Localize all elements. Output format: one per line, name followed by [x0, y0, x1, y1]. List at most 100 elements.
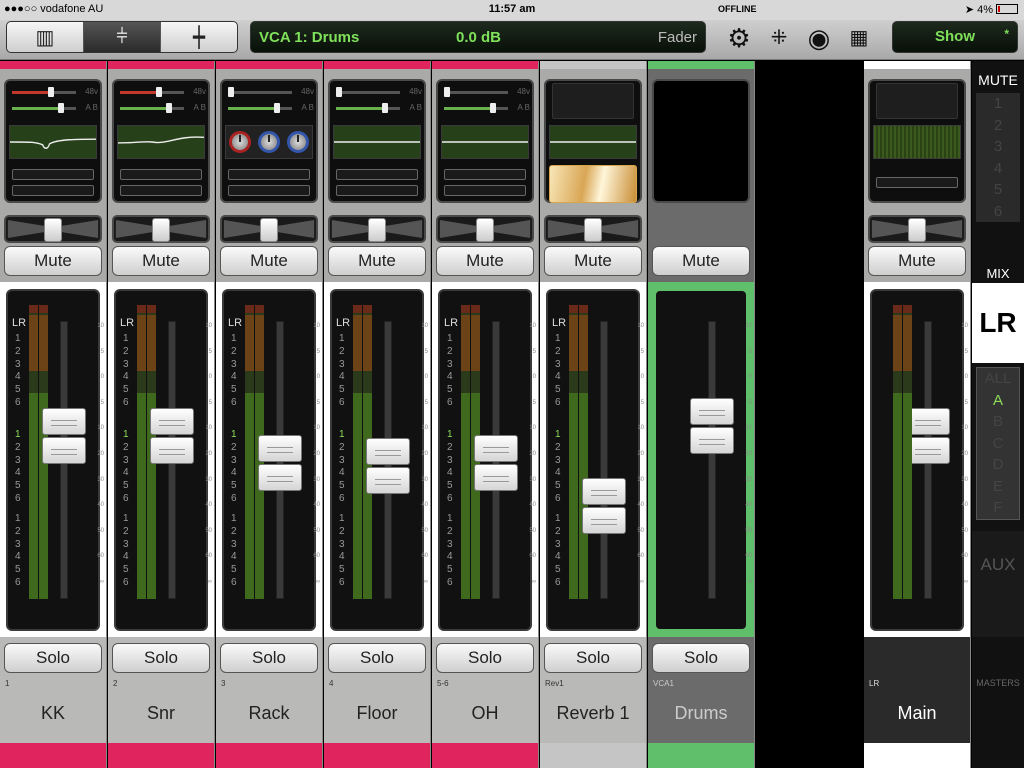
trim-slider[interactable]: A B	[10, 103, 98, 113]
processing-overview[interactable]	[652, 79, 750, 203]
fader-cap[interactable]	[366, 437, 410, 494]
fader-cap-lower[interactable]	[258, 464, 302, 491]
fader-cap-upper[interactable]	[366, 437, 410, 465]
mute-button[interactable]: Mute	[4, 246, 102, 276]
fader-cap-lower[interactable]	[906, 436, 950, 464]
vca-group-b[interactable]: B	[977, 411, 1019, 433]
input-gain-slider[interactable]: 48v	[226, 87, 314, 97]
fader-cap[interactable]	[42, 407, 86, 464]
pan-thumb[interactable]	[476, 218, 494, 242]
pan-thumb[interactable]	[368, 218, 386, 242]
channel-name[interactable]: Snr	[108, 703, 214, 724]
pan-control[interactable]	[436, 215, 534, 243]
solo-button[interactable]: Solo	[4, 643, 102, 673]
mute-group-4[interactable]: 4	[976, 158, 1020, 180]
reverb-preview-image[interactable]	[549, 165, 637, 203]
trim-slider[interactable]: A B	[118, 103, 206, 113]
eq-display[interactable]	[9, 125, 97, 159]
dynamics-slot[interactable]	[12, 185, 94, 196]
knob-icon[interactable]	[286, 131, 309, 153]
channel-name[interactable]: OH	[432, 703, 538, 724]
fader-cap[interactable]	[474, 435, 518, 491]
faders-view-button[interactable]: ⫩	[84, 22, 161, 52]
pan-control[interactable]	[544, 215, 642, 243]
single-channel-view-button[interactable]: ┿	[161, 22, 237, 52]
mute-group-6[interactable]: 6	[976, 201, 1020, 223]
dynamics-slot[interactable]	[228, 185, 310, 196]
solo-button[interactable]: Solo	[652, 643, 750, 673]
record-icon[interactable]: ◉	[804, 23, 834, 53]
trim-slider[interactable]: A B	[334, 103, 422, 113]
dynamics-slot[interactable]	[120, 169, 202, 180]
processing-overview[interactable]: 48v A B	[4, 79, 102, 203]
vca-group-f[interactable]: F	[977, 497, 1019, 519]
pan-control[interactable]	[328, 215, 426, 243]
input-gain-slider[interactable]: 48v	[442, 87, 530, 97]
dynamics-slot[interactable]	[228, 169, 310, 180]
channel-name[interactable]: Main	[864, 703, 970, 724]
pan-thumb[interactable]	[152, 218, 170, 242]
pan-control[interactable]	[220, 215, 318, 243]
fader-cap-upper[interactable]	[474, 435, 518, 462]
eq-display[interactable]	[549, 125, 637, 159]
fader-cap[interactable]	[150, 407, 194, 464]
processing-overview[interactable]: 48v A B	[112, 79, 210, 203]
fader-cap-lower[interactable]	[582, 506, 626, 534]
processing-overview[interactable]	[868, 79, 966, 203]
trim-slider[interactable]: A B	[442, 103, 530, 113]
trim-slider[interactable]: A B	[226, 103, 314, 113]
slider-thumb[interactable]	[58, 103, 64, 113]
pan-thumb[interactable]	[44, 218, 62, 242]
fader-cap-upper[interactable]	[582, 477, 626, 505]
vca-group-c[interactable]: C	[977, 433, 1019, 455]
slider-thumb[interactable]	[274, 103, 280, 113]
processing-overview[interactable]: 48v A B	[436, 79, 534, 203]
mute-button[interactable]: Mute	[436, 246, 534, 276]
slider-thumb[interactable]	[444, 87, 450, 97]
mute-button[interactable]: Mute	[652, 246, 750, 276]
pan-thumb[interactable]	[260, 218, 278, 242]
solo-button[interactable]: Solo	[328, 643, 426, 673]
processing-overview[interactable]: 48v A B	[220, 79, 318, 203]
vca-group-all[interactable]: ALL	[977, 368, 1019, 390]
view-selector[interactable]: ▥ ⫩ ┿	[6, 21, 238, 53]
channel-name[interactable]: KK	[0, 703, 106, 724]
knob-icon[interactable]	[229, 131, 252, 153]
vca-group-a[interactable]: A	[977, 390, 1019, 412]
solo-button[interactable]: Solo	[220, 643, 318, 673]
eq-display[interactable]	[441, 125, 529, 159]
slider-thumb[interactable]	[48, 87, 54, 97]
solo-button[interactable]: Solo	[436, 643, 534, 673]
processing-overview[interactable]	[544, 79, 642, 203]
mute-group-3[interactable]: 3	[976, 136, 1020, 158]
dynamics-slot[interactable]	[12, 169, 94, 180]
channel-name[interactable]: Floor	[324, 703, 430, 724]
dynamics-slot[interactable]	[444, 185, 526, 196]
mute-button[interactable]: Mute	[220, 246, 318, 276]
dynamics-slot[interactable]	[444, 169, 526, 180]
vca-group-d[interactable]: D	[977, 454, 1019, 476]
channel-name[interactable]: Reverb 1	[540, 703, 646, 724]
graphic-eq-display[interactable]	[873, 125, 961, 159]
fader-cap[interactable]	[582, 477, 626, 534]
mute-button[interactable]: Mute	[544, 246, 642, 276]
input-gain-slider[interactable]: 48v	[10, 87, 98, 97]
mute-group-2[interactable]: 2	[976, 115, 1020, 137]
lr-mix-button[interactable]: LR	[972, 283, 1024, 363]
fader-cap-upper[interactable]	[42, 407, 86, 435]
fader-cap-lower[interactable]	[690, 426, 734, 454]
input-gain-slider[interactable]: 48v	[118, 87, 206, 97]
solo-button[interactable]: Solo	[112, 643, 210, 673]
dynamics-knobs[interactable]	[225, 125, 313, 159]
dynamics-slot[interactable]	[336, 185, 418, 196]
eq-display[interactable]	[333, 125, 421, 159]
fader-cap[interactable]	[906, 407, 950, 464]
vca-group-e[interactable]: E	[977, 476, 1019, 498]
dynamics-slot[interactable]	[120, 185, 202, 196]
mute-button[interactable]: Mute	[868, 246, 966, 276]
fader-cap-upper[interactable]	[150, 407, 194, 435]
mute-button[interactable]: Mute	[328, 246, 426, 276]
fader-cap-lower[interactable]	[150, 436, 194, 464]
pan-thumb[interactable]	[908, 218, 926, 242]
mute-group-5[interactable]: 5	[976, 179, 1020, 201]
